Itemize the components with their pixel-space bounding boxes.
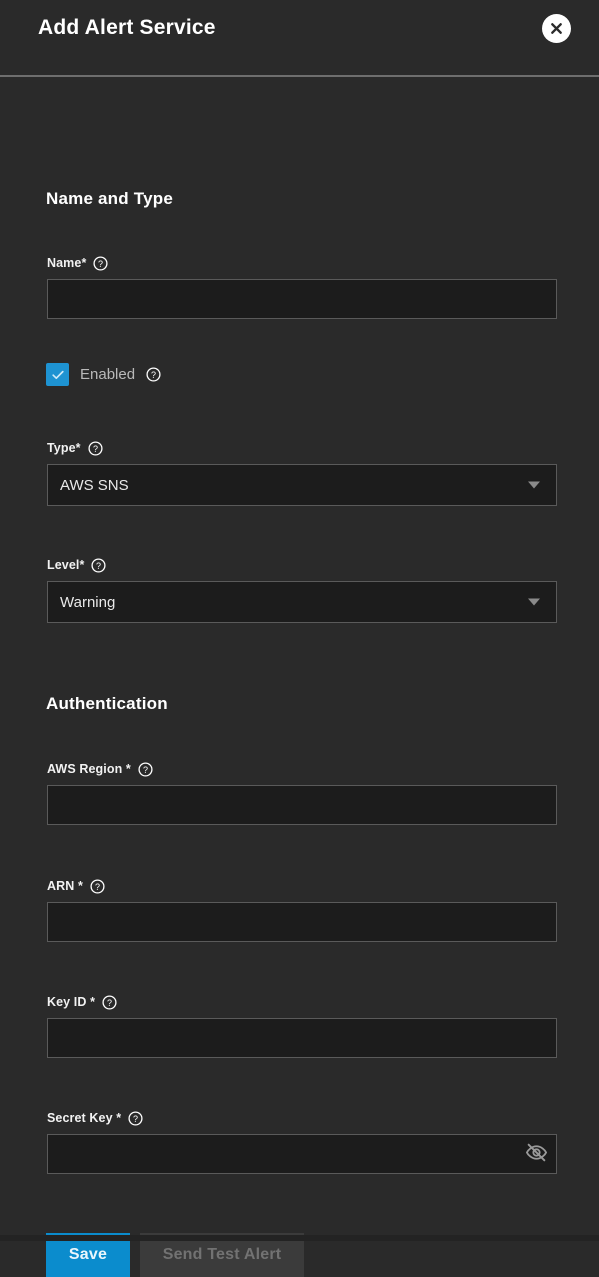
field-label-name: Name* <box>47 256 86 270</box>
help-circle-icon[interactable]: ? <box>90 879 105 894</box>
chevron-down-icon <box>528 599 540 606</box>
arn-input[interactable] <box>47 902 557 942</box>
required-marker: * <box>78 879 83 893</box>
required-marker: * <box>126 762 131 776</box>
name-input[interactable] <box>47 279 557 319</box>
section-heading-authentication: Authentication <box>46 694 168 714</box>
secret-key-input-wrap <box>47 1134 557 1174</box>
close-button[interactable] <box>542 14 571 43</box>
field-name: Name* ? <box>47 255 557 319</box>
required-marker: * <box>79 558 84 572</box>
svg-text:?: ? <box>93 444 98 454</box>
enabled-checkbox-row: Enabled ? <box>46 363 161 386</box>
secret-key-input[interactable] <box>47 1134 557 1174</box>
svg-text:?: ? <box>133 1114 138 1124</box>
field-label-secret-key: Secret Key * <box>47 1111 121 1125</box>
check-icon <box>50 367 66 383</box>
field-label-type: Type* <box>47 441 81 455</box>
field-aws-region: AWS Region * ? <box>47 761 557 825</box>
field-secret-key: Secret Key * ? <box>47 1110 557 1174</box>
field-label-level: Level* <box>47 558 84 572</box>
required-marker: * <box>116 1111 121 1125</box>
field-level: Level* ? Warning <box>47 557 557 623</box>
field-key-id: Key ID * ? <box>47 994 557 1058</box>
field-label-key-id: Key ID * <box>47 995 95 1009</box>
dialog-header: Add Alert Service <box>0 0 599 77</box>
field-type: Type* ? AWS SNS <box>47 440 557 506</box>
chevron-down-icon <box>528 482 540 489</box>
required-marker: * <box>76 441 81 455</box>
required-marker: * <box>90 995 95 1009</box>
enabled-checkbox[interactable] <box>46 363 69 386</box>
page-title: Add Alert Service <box>38 16 216 40</box>
eye-off-icon <box>525 1141 548 1167</box>
enabled-checkbox-label: Enabled <box>80 366 135 383</box>
key-id-input[interactable] <box>47 1018 557 1058</box>
field-label-row: Secret Key * ? <box>47 1110 557 1126</box>
svg-text:?: ? <box>95 882 100 892</box>
close-x-icon <box>548 20 565 37</box>
svg-text:?: ? <box>96 561 101 571</box>
field-label-row: Level* ? <box>47 557 557 573</box>
aws-region-input[interactable] <box>47 785 557 825</box>
svg-text:?: ? <box>143 765 148 775</box>
field-label-row: AWS Region * ? <box>47 761 557 777</box>
svg-text:?: ? <box>151 370 156 380</box>
field-label-row: Key ID * ? <box>47 994 557 1010</box>
help-circle-icon[interactable]: ? <box>88 441 103 456</box>
level-select-value: Warning <box>48 594 115 611</box>
footer-strip <box>0 1235 599 1241</box>
field-label-row: Type* ? <box>47 440 557 456</box>
level-select[interactable]: Warning <box>47 581 557 623</box>
field-label-row: Name* ? <box>47 255 557 271</box>
help-circle-icon[interactable]: ? <box>102 995 117 1010</box>
help-circle-icon[interactable]: ? <box>138 762 153 777</box>
type-select[interactable]: AWS SNS <box>47 464 557 506</box>
svg-text:?: ? <box>98 259 103 269</box>
help-circle-icon[interactable]: ? <box>93 256 108 271</box>
field-label-row: ARN * ? <box>47 878 557 894</box>
section-heading-name-and-type: Name and Type <box>46 189 173 209</box>
help-circle-icon[interactable]: ? <box>146 367 161 382</box>
required-marker: * <box>81 256 86 270</box>
type-select-value: AWS SNS <box>48 477 129 494</box>
field-arn: ARN * ? <box>47 878 557 942</box>
help-circle-icon[interactable]: ? <box>91 558 106 573</box>
field-label-aws-region: AWS Region * <box>47 762 131 776</box>
secret-key-visibility-toggle[interactable] <box>524 1142 548 1166</box>
svg-text:?: ? <box>107 998 112 1008</box>
field-label-arn: ARN * <box>47 879 83 893</box>
help-circle-icon[interactable]: ? <box>128 1111 143 1126</box>
